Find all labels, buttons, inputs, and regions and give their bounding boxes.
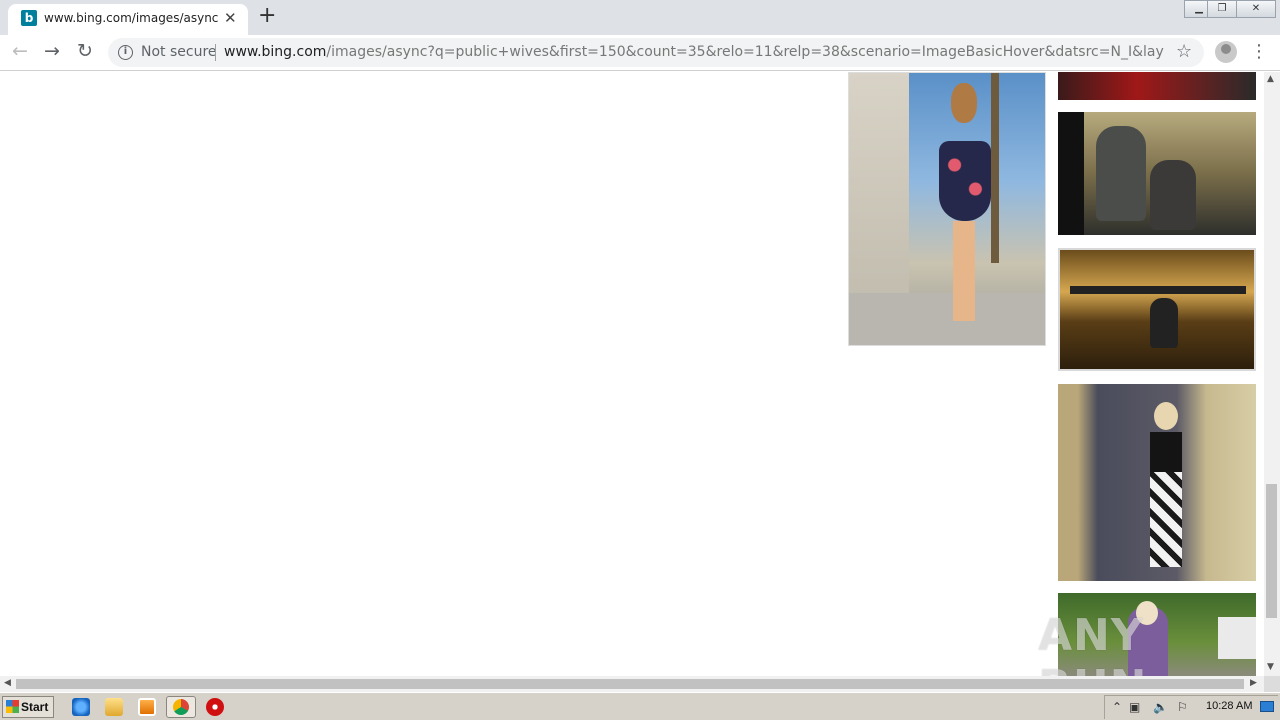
browser-toolbar: ← → ↻ i Not secure www.bing.com/images/a… [0,35,1280,71]
ie-icon[interactable] [72,698,90,716]
new-tab-button[interactable]: + [258,3,276,28]
start-button[interactable]: Start [2,696,54,718]
vertical-scroll-thumb[interactable] [1266,484,1277,618]
image-person [1146,402,1186,572]
url-text[interactable]: www.bing.com/images/async?q=public+wives… [224,44,1164,60]
tab-close-icon[interactable]: ✕ [224,9,237,27]
vertical-scrollbar[interactable]: ▲ ▼ [1264,72,1280,676]
info-icon[interactable]: i [118,45,133,60]
windows-logo-icon [6,700,19,713]
browser-menu-icon[interactable]: ⋮ [1250,41,1268,62]
image-figure [929,83,999,333]
image-person [1150,160,1196,230]
page-content: ANY RUN [0,72,1264,676]
image-thumbnail-floral-dress[interactable] [848,72,1046,346]
image-figure-legs [953,221,975,321]
start-label: Start [21,700,49,714]
image-thumbnail-range[interactable] [1058,384,1256,581]
image-thumbnail-lobby[interactable] [1058,248,1256,371]
chrome-taskbar-button[interactable] [166,696,196,718]
forward-arrow-icon[interactable]: → [44,40,60,62]
volume-icon[interactable]: 🔈 [1153,700,1168,714]
image-person [1150,298,1178,348]
image-figure-dress [939,141,991,221]
omnibox-separator [215,44,216,61]
security-status[interactable]: Not secure [141,44,217,60]
image-railing [1070,286,1246,294]
image-thumbnail-subway[interactable] [1058,112,1256,235]
bookmark-star-icon[interactable]: ☆ [1176,41,1192,62]
back-arrow-icon[interactable]: ← [12,40,28,62]
chrome-icon [173,699,189,715]
show-desktop-icon[interactable] [1260,701,1274,712]
taskbar: Start ⌃ ▣ 🔈 ⚐ 10:28 AM [0,692,1280,720]
address-bar[interactable]: i Not secure www.bing.com/images/async?q… [108,38,1204,67]
tab-title: www.bing.com/images/async?q=pub [44,11,218,25]
action-center-flag-icon[interactable]: ⚐ [1177,700,1188,714]
horizontal-scroll-thumb[interactable] [16,679,1244,689]
bing-favicon-icon: b [21,10,37,26]
scroll-up-icon[interactable]: ▲ [1267,74,1274,84]
network-icon[interactable]: ▣ [1129,700,1140,714]
profile-avatar-icon[interactable] [1215,41,1237,63]
clock[interactable]: 10:28 AM [1206,700,1252,712]
reload-icon[interactable]: ↻ [77,40,93,62]
image-person-pants [1150,472,1182,567]
scroll-left-icon[interactable]: ◀ [4,678,11,688]
scroll-down-icon[interactable]: ▼ [1267,662,1274,672]
anyrun-watermark: ANY RUN [1038,610,1146,676]
tray-expand-icon[interactable]: ⌃ [1112,700,1122,714]
opera-icon[interactable] [206,698,224,716]
url-path: /images/async?q=public+wives&first=150&c… [326,44,1164,60]
url-host: www.bing.com [224,44,327,60]
folder-icon[interactable] [105,698,123,716]
image-person [1096,126,1146,221]
image-thumbnail-red[interactable] [1058,72,1256,100]
image-person-top [1150,432,1182,472]
close-window-button[interactable]: ✕ [1236,0,1276,18]
restore-button[interactable]: ❐ [1207,0,1237,18]
scroll-right-icon[interactable]: ▶ [1250,678,1257,688]
horizontal-scrollbar[interactable]: ◀ ▶ [0,676,1264,692]
media-player-icon[interactable] [138,698,156,716]
tab-bing-images[interactable]: b www.bing.com/images/async?q=pub ✕ [8,4,248,35]
scrollbar-corner [1264,676,1280,692]
image-pole [1058,112,1084,235]
tab-strip: b www.bing.com/images/async?q=pub ✕ + ▁ … [0,0,1280,35]
image-person-head [1154,402,1178,430]
image-figure-head [951,83,977,123]
